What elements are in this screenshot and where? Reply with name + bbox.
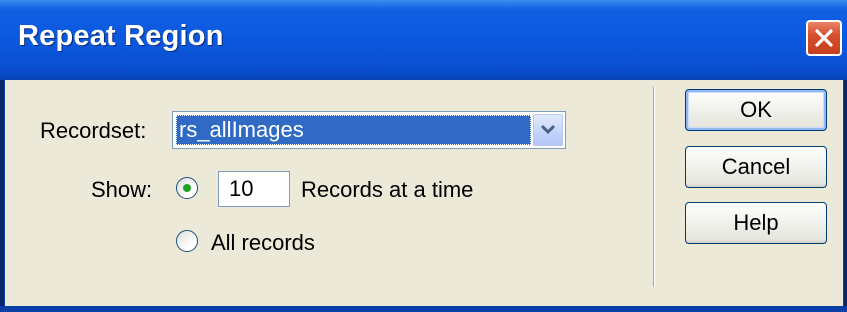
cancel-button[interactable]: Cancel <box>685 146 827 188</box>
title-bar[interactable]: Repeat Region <box>0 0 847 80</box>
records-at-a-time-label: Records at a time <box>301 177 474 202</box>
dialog-body: Recordset: rs_allImages Show: Records at… <box>4 80 844 306</box>
chevron-down-icon <box>541 124 555 135</box>
all-records-label: All records <box>211 230 315 255</box>
close-icon <box>815 29 833 47</box>
recordset-selected-value[interactable]: rs_allImages <box>176 115 531 145</box>
dialog-title: Repeat Region <box>18 20 224 52</box>
radio-selected-dot <box>183 184 191 192</box>
vertical-separator <box>653 87 655 287</box>
recordset-dropdown-button[interactable] <box>533 114 563 146</box>
close-button[interactable] <box>806 20 842 56</box>
show-label: Show: <box>91 177 153 202</box>
all-records-radio[interactable] <box>176 230 198 252</box>
records-at-a-time-radio[interactable] <box>176 177 198 199</box>
help-button[interactable]: Help <box>685 202 827 244</box>
recordset-label: Recordset: <box>40 118 147 143</box>
records-count-input[interactable] <box>218 171 290 207</box>
recordset-select[interactable]: rs_allImages <box>172 111 566 149</box>
repeat-region-dialog: Repeat Region Recordset: rs_allImages Sh… <box>0 0 847 312</box>
ok-button[interactable]: OK <box>685 89 827 131</box>
window-bottom-border <box>0 306 847 312</box>
